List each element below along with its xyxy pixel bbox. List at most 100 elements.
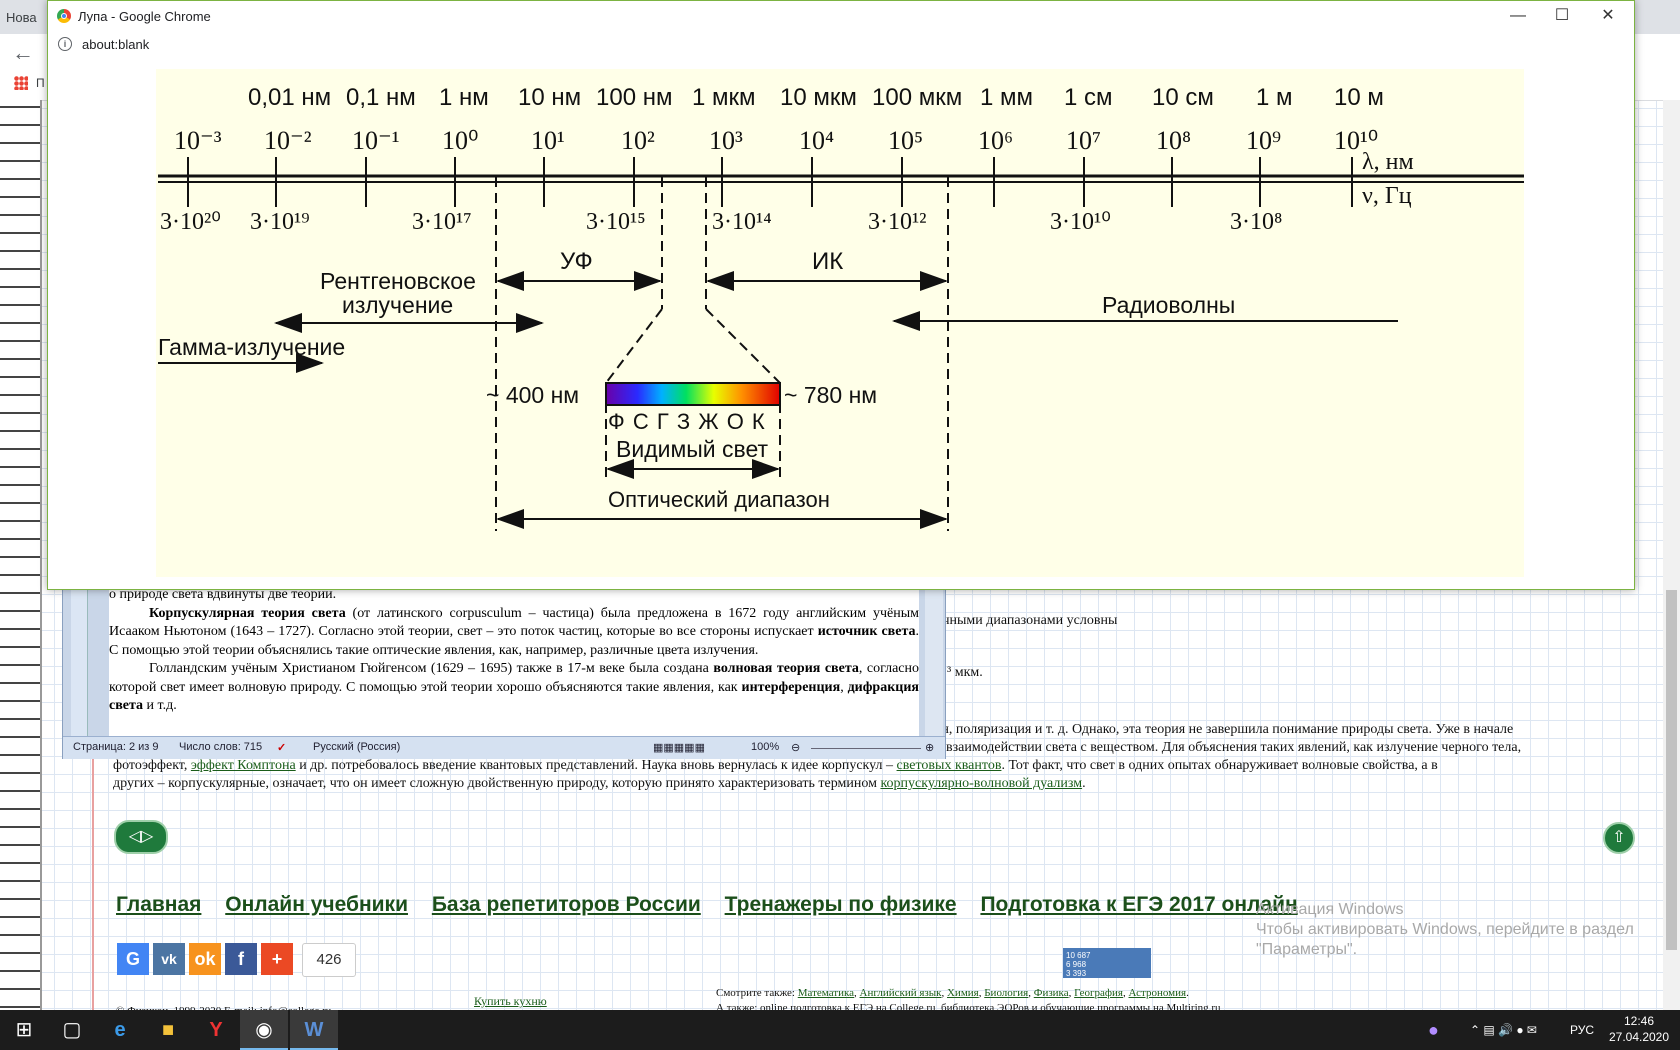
ok-share-icon[interactable]: ok: [189, 943, 221, 975]
vk-share-icon[interactable]: vk: [153, 943, 185, 975]
yandex-browser-icon[interactable]: Y: [192, 1010, 240, 1050]
nm780-label: ~ 780 нм: [784, 382, 877, 408]
language-indicator-taskbar[interactable]: РУС: [1570, 1010, 1594, 1050]
page-count[interactable]: Страница: 2 из 9: [73, 741, 159, 753]
zoom-slider[interactable]: [811, 748, 921, 749]
wl-power: 10¹: [531, 126, 565, 155]
freq-label: 3·10¹⁹: [250, 209, 310, 235]
wl-power: 10⁶: [978, 126, 1013, 155]
quanta-link[interactable]: световых квантов: [897, 758, 1002, 773]
google-share-icon[interactable]: G: [117, 943, 149, 975]
see-also-physics[interactable]: Физика: [1034, 987, 1069, 999]
scroll-up-button[interactable]: ⇧: [1603, 822, 1635, 854]
plus-share-icon[interactable]: +: [261, 943, 293, 975]
see-also-geography[interactable]: География: [1074, 987, 1123, 999]
menu-ege-link[interactable]: Подготовка к ЕГЭ 2017 онлайн: [980, 893, 1297, 916]
wavelength-units: 0,01 нм 0,1 нм 1 нм 10 нм 100 нм 1 мкм 1…: [248, 84, 1384, 111]
freq-label: 3·10⁸: [1230, 209, 1282, 235]
em-spectrum-diagram: 0,01 нм 0,1 нм 1 нм 10 нм 100 нм 1 мкм 1…: [156, 69, 1524, 577]
wl-unit: 0,01 нм: [248, 84, 331, 111]
optical-range-label: Оптический диапазон: [608, 487, 830, 512]
page-text-line3: фотоэффект, эффект Комптона и др. потреб…: [113, 758, 1438, 773]
buy-link[interactable]: Купить кухню: [474, 992, 547, 1010]
xray-label-1: Рентгеновское: [320, 268, 476, 294]
buy-link-text[interactable]: Купить кухню: [474, 994, 547, 1008]
edge-icon[interactable]: e: [96, 1010, 144, 1050]
see-also-math[interactable]: Математика: [798, 987, 854, 999]
windows-activation-watermark: Активация Windows Чтобы активировать Win…: [1256, 900, 1634, 960]
wl-unit: 1 мм: [980, 84, 1033, 111]
menu-textbooks-link[interactable]: Онлайн учебники: [225, 893, 408, 916]
uv-label: УФ: [560, 248, 593, 275]
spellcheck-icon[interactable]: ✓: [277, 741, 286, 754]
word-document[interactable]: о природе света вдвинуты две теории. Кор…: [109, 586, 919, 736]
zoom-out-icon[interactable]: ⊖: [791, 741, 800, 754]
wl-power: 10⁰: [442, 126, 478, 155]
file-explorer-icon[interactable]: ■: [144, 1010, 192, 1050]
page-scrollbar-thumb[interactable]: [1666, 590, 1677, 950]
close-button[interactable]: ✕: [1588, 5, 1628, 27]
magnifier-title-bar: Лупа - Google Chrome — ☐ ✕: [48, 1, 1634, 31]
freq-label: 3·10¹²: [868, 209, 926, 235]
magnifier-content: 0,01 нм 0,1 нм 1 нм 10 нм 100 нм 1 мкм 1…: [48, 59, 1634, 589]
clock-time: 12:46: [1623, 1014, 1655, 1028]
task-view-icon[interactable]: ▢: [48, 1010, 96, 1050]
wl-power: 10⁴: [799, 126, 834, 155]
wl-unit: 0,1 нм: [346, 84, 416, 111]
apps-grid-icon[interactable]: [14, 76, 28, 90]
zoom-level[interactable]: 100%: [751, 741, 779, 753]
wavelength-powers: 10⁻³ 10⁻² 10⁻¹ 10⁰ 10¹ 10² 10³ 10⁴ 10⁵ 1…: [174, 126, 1378, 155]
spectrum-svg: 0,01 нм 0,1 нм 1 нм 10 нм 100 нм 1 мкм 1…: [158, 84, 1524, 531]
address-bar[interactable]: i about:blank: [48, 31, 1634, 59]
doc-paragraph: Корпускулярная теория света (от латинско…: [109, 605, 919, 658]
compton-link[interactable]: эффект Комптона: [191, 758, 296, 773]
activation-line: Чтобы активировать Windows, перейдите в …: [1256, 921, 1634, 938]
wl-power: 10³: [709, 126, 743, 155]
lambda-axis-label: λ, нм: [1362, 149, 1414, 175]
dualism-link[interactable]: корпускулярно-волновой дуализм: [880, 776, 1082, 791]
word-taskbar-icon[interactable]: W: [290, 1010, 338, 1050]
wl-unit: 1 нм: [439, 84, 489, 111]
menu-trainers-link[interactable]: Тренажеры по физике: [725, 893, 957, 916]
tray-icons[interactable]: ⌃ ▤ 🔊 ● ✉: [1470, 1010, 1537, 1050]
taskbar: ⊞ ▢ e ■ Y ◉ W ● ⌃ ▤ 🔊 ● ✉ РУС 12:46 27.0…: [0, 1010, 1680, 1050]
visit-counter[interactable]: 10 687 6 968 3 393: [1063, 948, 1151, 978]
zoom-in-icon[interactable]: ⊕: [925, 741, 934, 754]
see-also-english[interactable]: Английский язык: [860, 987, 942, 999]
word-status-bar: Страница: 2 из 9 Число слов: 715 ✓ Русск…: [63, 736, 945, 759]
minimize-button[interactable]: —: [1498, 5, 1538, 27]
wl-unit: 10 см: [1152, 84, 1214, 111]
wl-unit: 1 мкм: [692, 84, 756, 111]
bookmarks-fragment[interactable]: П: [36, 76, 45, 90]
also-text: А также: online подготовка к ЕГЭ на Coll…: [716, 1002, 1221, 1010]
windows-start-icon[interactable]: ⊞: [0, 1010, 48, 1050]
facebook-share-icon[interactable]: f: [225, 943, 257, 975]
clock[interactable]: 12:46 27.04.2020: [1604, 1013, 1674, 1045]
chrome-taskbar-icon[interactable]: ◉: [240, 1010, 288, 1050]
see-also-astronomy[interactable]: Астрономия: [1129, 987, 1187, 999]
maximize-button[interactable]: ☐: [1542, 5, 1582, 27]
wl-unit: 100 нм: [596, 84, 672, 111]
page-text-line4: других – корпускулярные, означает, что о…: [113, 776, 1086, 791]
wl-power: 10⁵: [888, 126, 923, 155]
see-also-chemistry[interactable]: Химия: [947, 987, 979, 999]
prev-next-buttons[interactable]: ◁▷: [114, 820, 168, 854]
wl-power: 10⁻¹: [352, 126, 400, 155]
freq-label: 3·10¹⁴: [712, 209, 772, 235]
view-buttons-icon[interactable]: ▦▦▦▦▦: [653, 741, 705, 754]
alice-icon[interactable]: ●: [1428, 1010, 1439, 1050]
word-vertical-scrollbar[interactable]: [925, 586, 943, 736]
see-also-biology[interactable]: Биология: [984, 987, 1028, 999]
wl-power: 10⁷: [1066, 126, 1101, 155]
menu-home-link[interactable]: Главная: [116, 893, 201, 916]
word-count[interactable]: Число слов: 715: [179, 741, 262, 753]
info-icon[interactable]: i: [58, 37, 72, 51]
menu-tutors-link[interactable]: База репетиторов России: [432, 893, 701, 916]
counter-line: 10 687: [1066, 951, 1091, 960]
window-title: Лупа - Google Chrome: [78, 9, 211, 24]
language-indicator[interactable]: Русский (Россия): [313, 741, 400, 753]
back-arrow-icon[interactable]: ←: [12, 40, 34, 66]
address-text[interactable]: about:blank: [82, 37, 149, 52]
freq-label: 3·10¹⁵: [586, 209, 646, 235]
nu-axis-label: ν, Гц: [1362, 183, 1412, 209]
